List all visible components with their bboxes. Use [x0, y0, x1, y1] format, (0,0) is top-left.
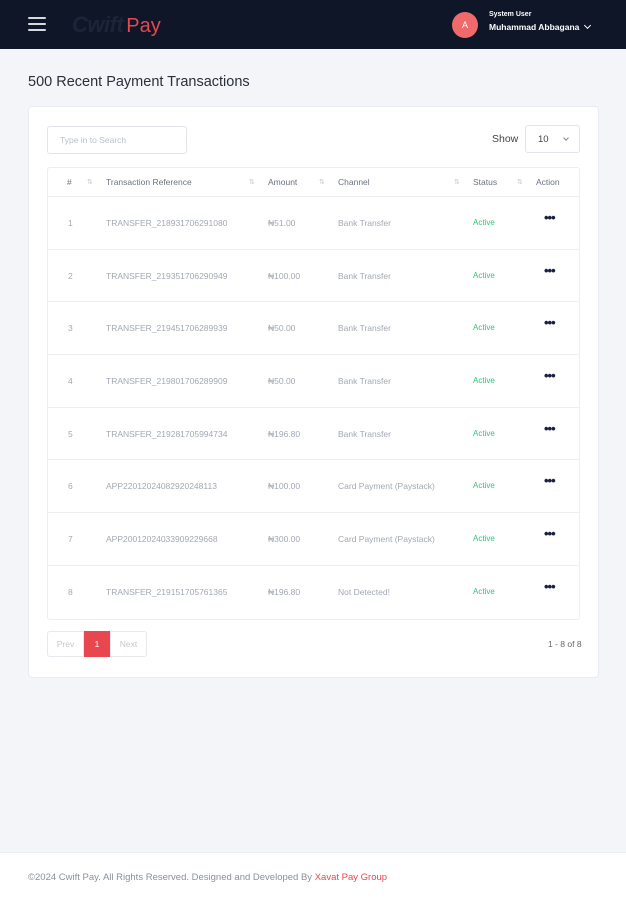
transactions-table: # ⇅ Transaction Reference ⇅ Amount ⇅ Cha…: [47, 167, 580, 620]
amount: ₦100.00: [268, 481, 301, 492]
amount: ₦300.00: [268, 534, 301, 545]
logo-text-cwift: Cwift: [72, 12, 124, 37]
pagination-range: 1 - 8 of 8: [548, 639, 582, 649]
row-number: 1: [68, 218, 73, 228]
more-options-icon[interactable]: •••: [544, 211, 558, 226]
amount: ₦100.00: [268, 270, 301, 281]
logo-text-pay: Pay: [126, 15, 161, 37]
column-header-amount[interactable]: Amount: [268, 177, 297, 187]
row-number: 4: [68, 376, 73, 387]
column-header-reference[interactable]: Transaction Reference: [106, 177, 192, 187]
table-row: 1 TRANSFER_218931706291080 ₦51.00 Bank T…: [48, 197, 579, 250]
footer-text-row: ©2024 Cwift Pay. All Rights Reserved. De…: [28, 872, 387, 883]
transaction-reference: TRANSFER_219351706290949: [106, 270, 228, 281]
row-number: 5: [68, 428, 73, 439]
status-badge: Active: [473, 218, 495, 227]
chevron-down-icon: [563, 135, 569, 141]
table-row: 7 APP20012024033909229668 ₦300.00 Card P…: [48, 513, 579, 566]
status-badge: Active: [473, 376, 495, 386]
copyright-text: ©2024 Cwift Pay. All Rights Reserved. De…: [28, 872, 315, 883]
channel: Bank Transfer: [338, 376, 391, 387]
search-input[interactable]: [47, 126, 187, 154]
table-row: 4 TRANSFER_219801706289909 ₦50.00 Bank T…: [48, 355, 579, 408]
status-badge: Active: [473, 586, 495, 596]
column-header-action: Action: [536, 177, 560, 187]
avatar[interactable]: A: [452, 12, 478, 38]
channel: Bank Transfer: [338, 270, 391, 281]
pagination-next-button[interactable]: Next: [110, 631, 147, 657]
table-row: 8 TRANSFER_219151705761365 ₦196.80 Not D…: [48, 566, 579, 619]
row-number: 7: [68, 534, 73, 545]
channel: Bank Transfer: [338, 428, 391, 439]
transaction-reference: TRANSFER_219281705994734: [106, 428, 228, 439]
footer-company-link[interactable]: Xavat Pay Group: [315, 872, 387, 883]
top-navbar: Cwift Pay A System User Muhammad Abbagan…: [0, 0, 626, 49]
sort-icon[interactable]: ⇅: [249, 178, 255, 186]
row-number: 3: [68, 323, 73, 334]
avatar-initial: A: [461, 20, 468, 30]
table-row: 5 TRANSFER_219281705994734 ₦196.80 Bank …: [48, 408, 579, 461]
page-title: 500 Recent Payment Transactions: [28, 74, 250, 90]
column-header-channel[interactable]: Channel: [338, 177, 370, 187]
user-name: Muhammad Abbagana: [489, 22, 580, 32]
column-header-status[interactable]: Status: [473, 177, 497, 187]
table-row: 2 TRANSFER_219351706290949 ₦100.00 Bank …: [48, 250, 579, 303]
more-options-icon[interactable]: •••: [544, 422, 558, 437]
footer: ©2024 Cwift Pay. All Rights Reserved. De…: [0, 852, 626, 900]
row-number: 8: [68, 586, 73, 597]
user-name-row[interactable]: Muhammad Abbagana: [489, 21, 592, 32]
user-role: System User: [489, 11, 532, 18]
more-options-icon[interactable]: •••: [544, 527, 558, 542]
transaction-reference: TRANSFER_218931706291080: [106, 218, 228, 228]
row-number: 2: [68, 270, 73, 281]
amount: ₦196.80: [268, 586, 301, 597]
sort-icon[interactable]: ⇅: [517, 178, 523, 186]
status-badge: Active: [473, 428, 495, 438]
transaction-reference: TRANSFER_219801706289909: [106, 376, 228, 387]
transaction-reference: TRANSFER_219451706289939: [106, 323, 228, 334]
status-badge: Active: [473, 481, 495, 491]
channel: Bank Transfer: [338, 218, 391, 228]
status-badge: Active: [473, 534, 495, 544]
page-size-value: 10: [538, 134, 549, 145]
channel: Bank Transfer: [338, 323, 391, 334]
user-menu[interactable]: System User Muhammad Abbagana: [489, 11, 592, 32]
status-badge: Active: [473, 270, 495, 280]
more-options-icon[interactable]: •••: [544, 580, 558, 595]
transaction-reference: APP22012024082920248113: [106, 481, 217, 492]
amount: ₦50.00: [268, 323, 296, 334]
channel: Card Payment (Paystack): [338, 481, 435, 492]
sort-icon[interactable]: ⇅: [454, 178, 460, 186]
transactions-card: Show 10 # ⇅ Transaction Reference ⇅ Amou…: [28, 106, 599, 678]
pagination-page-1[interactable]: 1: [84, 631, 110, 657]
logo[interactable]: Cwift Pay: [72, 12, 161, 38]
chevron-down-icon[interactable]: [584, 21, 592, 29]
channel: Not Detected!: [338, 586, 390, 597]
amount: ₦51.00: [268, 218, 296, 228]
more-options-icon[interactable]: •••: [544, 474, 558, 489]
sort-icon[interactable]: ⇅: [319, 178, 325, 186]
amount: ₦196.80: [268, 428, 301, 439]
sort-icon[interactable]: ⇅: [87, 178, 93, 186]
transaction-reference: APP20012024033909229668: [106, 534, 218, 545]
status-badge: Active: [473, 323, 495, 333]
row-number: 6: [68, 481, 73, 492]
pagination: Prev 1 Next: [47, 631, 147, 657]
more-options-icon[interactable]: •••: [544, 264, 558, 279]
page-size-select[interactable]: 10: [525, 125, 580, 153]
column-header-number[interactable]: #: [67, 177, 72, 187]
hamburger-menu-icon[interactable]: [28, 17, 46, 31]
table-row: 6 APP22012024082920248113 ₦100.00 Card P…: [48, 460, 579, 514]
show-label: Show: [492, 133, 519, 145]
table-header: # ⇅ Transaction Reference ⇅ Amount ⇅ Cha…: [48, 168, 579, 197]
amount: ₦50.00: [268, 376, 296, 387]
channel: Card Payment (Paystack): [338, 534, 435, 545]
pagination-prev-button[interactable]: Prev: [47, 631, 84, 657]
transaction-reference: TRANSFER_219151705761365: [106, 586, 228, 597]
table-row: 3 TRANSFER_219451706289939 ₦50.00 Bank T…: [48, 302, 579, 356]
more-options-icon[interactable]: •••: [544, 369, 558, 384]
more-options-icon[interactable]: •••: [544, 316, 558, 331]
